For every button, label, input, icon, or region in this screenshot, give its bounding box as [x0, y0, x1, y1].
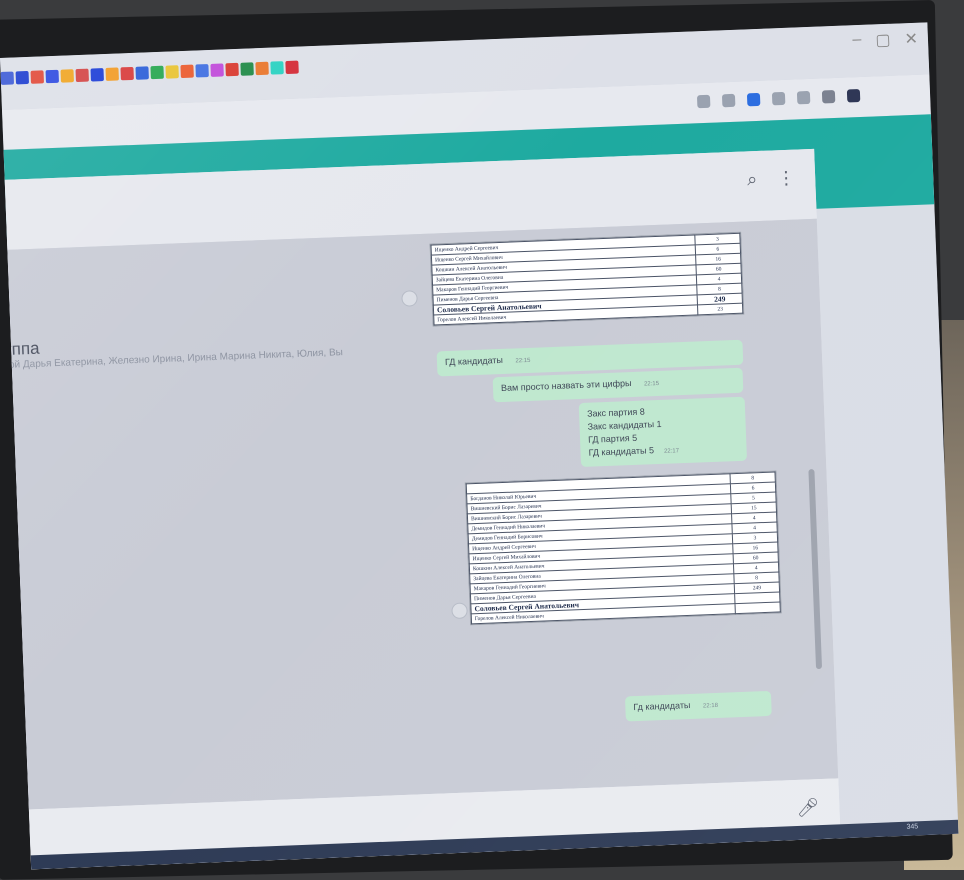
tab-favicon-icon[interactable] — [180, 64, 194, 79]
minimize-icon[interactable]: – — [852, 31, 862, 51]
image-message-table-1[interactable]: Ищенко Андрей Сергеевич 3 Ищенко Сергей Ми… — [429, 231, 745, 327]
header-icons: ⌕ ⋮ — [747, 168, 796, 191]
tab-favicon-icon[interactable] — [30, 70, 45, 84]
message-time: 22:15 — [643, 380, 660, 388]
cart-icon[interactable] — [821, 89, 836, 104]
tab-favicon-icon[interactable] — [75, 68, 89, 83]
results-table-1: Ищенко Андрей Сергеевич 3 Ищенко Сергей Ми… — [430, 233, 743, 326]
chat-panel: ⌕ ⋮ уппа вой Дарья Екатерина, Железно Ир… — [3, 148, 841, 870]
tab-favicon-icon[interactable] — [45, 69, 59, 84]
message-bubble: Вам просто назвать эти цифры 22:15 — [492, 367, 744, 403]
close-icon[interactable]: ✕ — [904, 29, 918, 49]
play-icon[interactable] — [771, 91, 786, 106]
tab-favicon-icon[interactable] — [240, 62, 254, 76]
menu-icon[interactable]: ⋮ — [777, 168, 796, 190]
tab-favicon-icon[interactable] — [120, 66, 134, 81]
message-time: 22:15 — [515, 357, 531, 365]
message-text: Гд кандидаты — [633, 699, 691, 713]
monitor-screen: – ▢ ✕ ⌕ ⋮ уппа вой Дарья Екатерина, Желе… — [0, 22, 959, 870]
search-icon[interactable]: ⌕ — [747, 169, 758, 190]
tab-favicon-icon[interactable] — [135, 66, 149, 80]
tab-favicon-icon[interactable] — [105, 67, 119, 81]
tab-favicon-icon[interactable] — [90, 68, 104, 82]
message-time: 22:17 — [663, 448, 680, 455]
tab-favicon-icon[interactable] — [195, 64, 209, 78]
results-table-2: 8 Богданов Николай Юрьевич 6 Вишневский Бор… — [466, 472, 781, 625]
message-bubble: Гд кандидаты 22:18 — [624, 690, 772, 722]
tab-favicon-icon[interactable] — [60, 69, 74, 83]
tab-favicon-icon[interactable] — [210, 63, 224, 77]
message-text: Вам просто назвать эти цифры — [500, 378, 632, 394]
candidate-value: 23 — [697, 303, 743, 315]
extension-icon[interactable] — [696, 94, 711, 109]
tray-clock: 345 — [906, 823, 919, 831]
forward-icon[interactable] — [451, 602, 468, 620]
candidate-value — [734, 601, 781, 614]
tab-favicon-icon[interactable] — [165, 65, 179, 79]
chat-members: вой Дарья Екатерина, Железно Ирина, Ирин… — [3, 347, 344, 372]
window-controls: – ▢ ✕ — [852, 29, 918, 51]
maximize-icon[interactable]: ▢ — [875, 30, 891, 51]
message-bubble: Закс партия 8 Закс кандидаты 1 ГД партия… — [578, 396, 748, 467]
message-text: ГД кандидаты — [444, 354, 504, 368]
extension-icons — [696, 89, 861, 109]
messenger-app: ⌕ ⋮ уппа вой Дарья Екатерина, Железно Ир… — [3, 114, 959, 870]
tab-favicon-icon[interactable] — [225, 62, 239, 77]
extension-icon[interactable] — [746, 92, 761, 107]
tab-favicon-icon[interactable] — [15, 70, 30, 85]
chat-messages: уппа вой Дарья Екатерина, Железно Ирина,… — [3, 218, 839, 810]
tab-favicon-icon[interactable] — [150, 65, 164, 80]
message-line: ГД кандидаты 5 — [588, 445, 655, 458]
extension-icon[interactable] — [846, 89, 861, 103]
microphone-icon[interactable]: 🎤︎ — [796, 797, 820, 819]
forward-icon[interactable] — [401, 290, 418, 307]
message-time: 22:18 — [702, 702, 719, 710]
circle-icon[interactable] — [796, 90, 811, 105]
tab-favicon-icon[interactable] — [255, 61, 269, 76]
tab-favicon-icon[interactable] — [285, 60, 299, 75]
image-message-table-2[interactable]: 8 Богданов Николай Юрьевич 6 Вишневский Бор… — [464, 470, 782, 626]
tab-favicon-icon[interactable] — [0, 71, 15, 85]
tab-favicon-icon[interactable] — [270, 61, 284, 75]
extension-icon[interactable] — [721, 93, 736, 108]
